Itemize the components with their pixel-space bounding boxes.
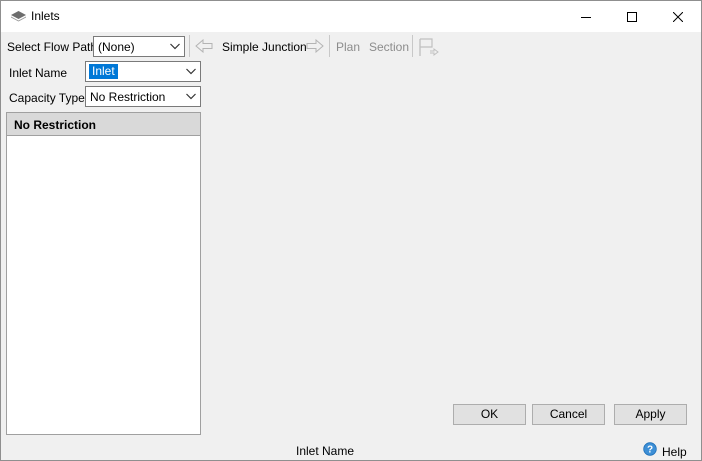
flag-export-icon[interactable]	[418, 37, 440, 57]
maximize-button[interactable]	[609, 1, 655, 32]
help-icon[interactable]: ?	[643, 442, 657, 456]
flow-path-value: (None)	[98, 40, 135, 54]
help-link[interactable]: Help	[662, 445, 687, 459]
inlet-name-value: Inlet	[89, 64, 118, 79]
stack-layers-icon	[11, 11, 26, 22]
capacity-type-label: Capacity Type	[9, 91, 85, 105]
arrow-right-icon[interactable]	[306, 39, 324, 53]
status-text: Inlet Name	[296, 444, 355, 458]
chevron-down-icon	[186, 68, 196, 75]
close-button[interactable]	[655, 1, 701, 32]
minimize-icon	[581, 16, 591, 18]
svg-text:?: ?	[647, 445, 653, 456]
close-icon	[673, 11, 683, 22]
inlets-window: Inlets Select Flow Path (None) Simple Ju…	[0, 0, 702, 461]
plan-button[interactable]: Plan	[336, 40, 360, 54]
panel-header: No Restriction	[7, 113, 200, 136]
status-bar: Inlet Name	[1, 439, 701, 460]
maximize-icon	[627, 11, 637, 22]
capacity-type-value: No Restriction	[90, 90, 166, 104]
arrow-left-icon[interactable]	[195, 39, 213, 53]
toolbar-separator	[189, 35, 190, 57]
toolbar-separator	[412, 35, 413, 57]
flow-path-label: Select Flow Path	[7, 40, 98, 54]
window-title: Inlets	[31, 9, 60, 23]
title-bar: Inlets	[1, 1, 701, 32]
ok-button[interactable]: OK	[453, 404, 526, 425]
chevron-down-icon	[186, 93, 196, 100]
properties-panel[interactable]: No Restriction	[6, 112, 201, 435]
minimize-button[interactable]	[563, 1, 609, 32]
flow-path-select[interactable]: (None)	[93, 36, 185, 57]
simple-junction-label: Simple Junction	[222, 40, 307, 54]
cancel-button[interactable]: Cancel	[532, 404, 605, 425]
apply-button[interactable]: Apply	[614, 404, 687, 425]
chevron-down-icon	[170, 43, 180, 50]
panel-header-title: No Restriction	[14, 118, 97, 132]
toolbar-separator	[329, 35, 330, 57]
inlet-name-label: Inlet Name	[9, 66, 68, 80]
inlet-name-select[interactable]: Inlet	[85, 61, 201, 82]
section-button[interactable]: Section	[369, 40, 409, 54]
capacity-type-select[interactable]: No Restriction	[85, 86, 201, 107]
